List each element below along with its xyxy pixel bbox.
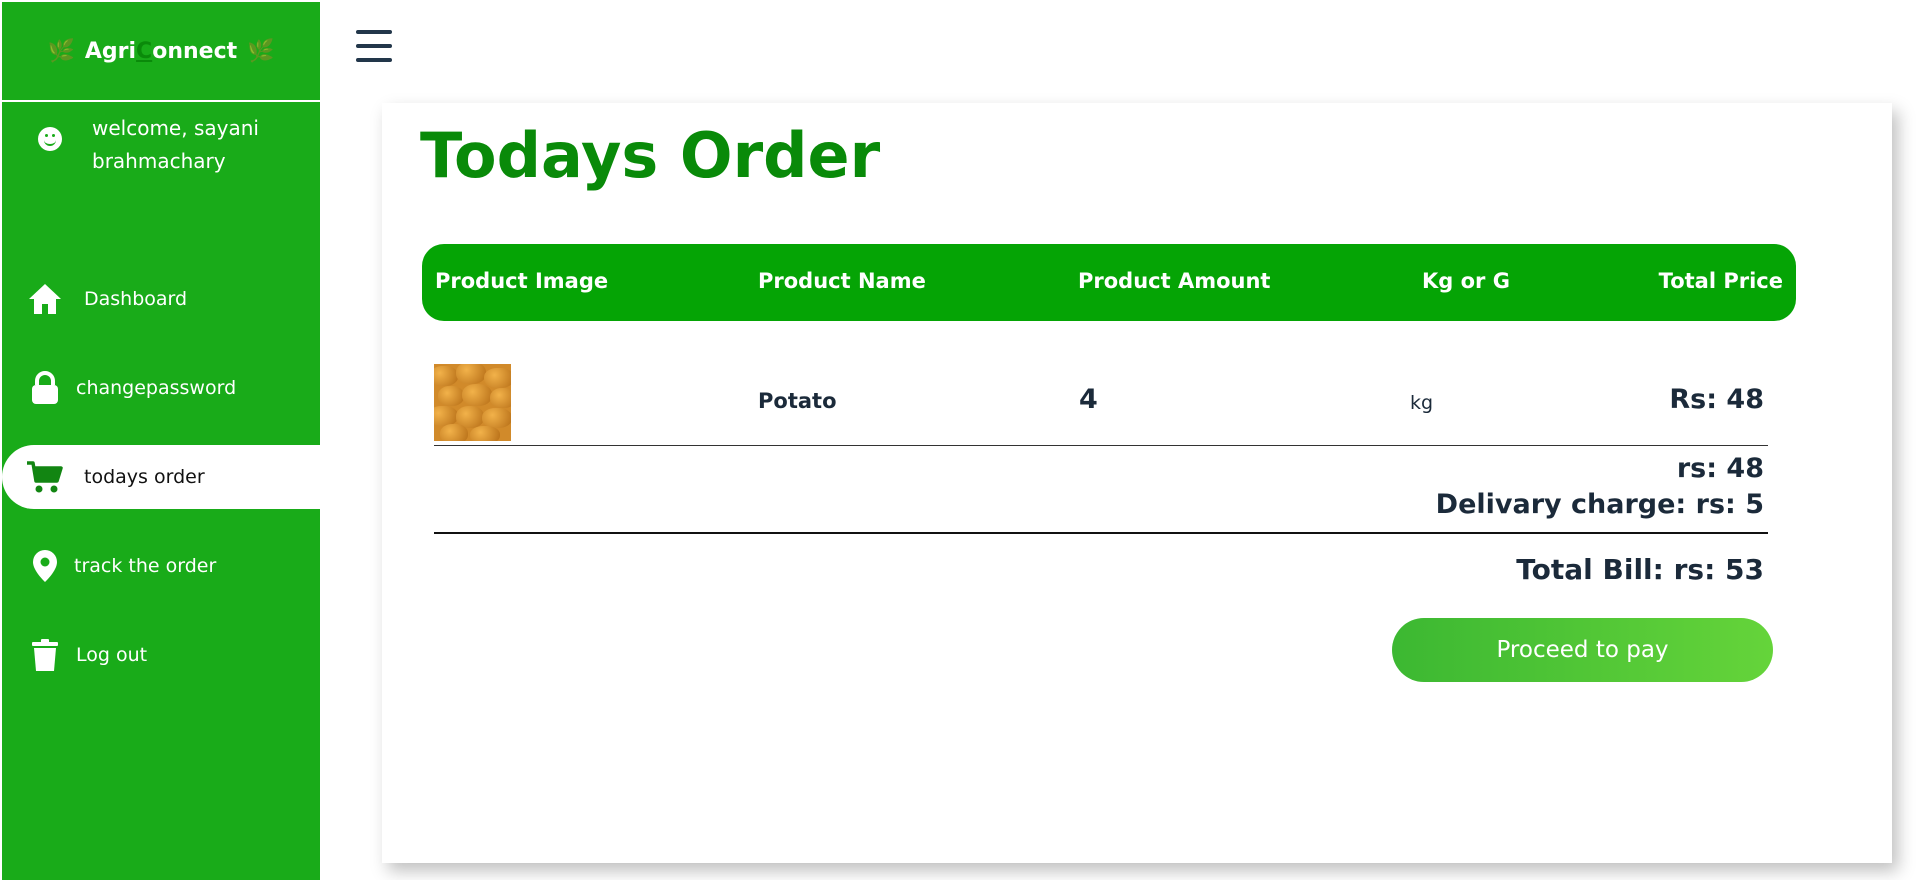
cart-icon [26, 458, 64, 496]
subtotal: rs: 48 [1676, 453, 1764, 484]
brand-name: AgriConnect [84, 38, 238, 64]
order-card: Todays Order Product Image Product Name … [382, 103, 1892, 863]
location-pin-icon [26, 547, 64, 585]
lock-icon [26, 369, 64, 407]
product-amount: 4 [1079, 384, 1098, 415]
delivery-charge: Delivary charge: rs: 5 [1435, 489, 1764, 520]
header-unit: Kg or G [1422, 269, 1510, 293]
welcome-text: welcome, sayani brahmachary [92, 116, 259, 173]
sidebar: 🌿 AgriConnect 🌿 welcome, sayani brahmach… [2, 2, 320, 880]
sidebar-item-label: todays order [84, 466, 205, 488]
summary-divider [434, 532, 1768, 534]
product-image [434, 364, 511, 441]
sidebar-item-changepassword[interactable]: changepassword [2, 356, 320, 420]
sidebar-item-label: changepassword [76, 377, 237, 399]
product-total-price: Rs: 48 [1669, 384, 1764, 415]
smiley-icon [38, 127, 62, 151]
trash-icon [26, 636, 64, 674]
product-name: Potato [758, 389, 837, 413]
page-title: Todays Order [420, 119, 881, 192]
sidebar-item-logout[interactable]: Log out [2, 623, 320, 687]
product-unit: kg [1410, 392, 1434, 414]
leaf-icon: 🌿 [247, 38, 275, 64]
proceed-to-pay-button[interactable]: Proceed to pay [1392, 618, 1773, 682]
welcome-panel: welcome, sayani brahmachary [2, 102, 320, 178]
sidebar-item-label: Log out [76, 644, 148, 666]
total-bill: Total Bill: rs: 53 [1516, 553, 1764, 586]
table-header: Product Image Product Name Product Amoun… [422, 244, 1796, 321]
hamburger-menu-icon[interactable] [356, 30, 392, 62]
sidebar-item-label: track the order [74, 555, 217, 577]
sidebar-item-label: Dashboard [84, 288, 188, 310]
brand-logo: 🌿 AgriConnect 🌿 [2, 2, 320, 102]
header-product-image: Product Image [435, 269, 609, 293]
header-total-price: Total Price [1658, 269, 1783, 293]
header-product-amount: Product Amount [1078, 269, 1271, 293]
sidebar-item-track-order[interactable]: track the order [2, 534, 320, 598]
row-divider [434, 445, 1768, 446]
sidebar-item-dashboard[interactable]: Dashboard [2, 267, 320, 331]
header-product-name: Product Name [758, 269, 926, 293]
home-icon [26, 280, 64, 318]
sidebar-nav: Dashboard changepassword todays order tr… [2, 267, 320, 712]
leaf-icon: 🌿 [47, 38, 75, 64]
sidebar-item-todays-order[interactable]: todays order [2, 445, 320, 509]
